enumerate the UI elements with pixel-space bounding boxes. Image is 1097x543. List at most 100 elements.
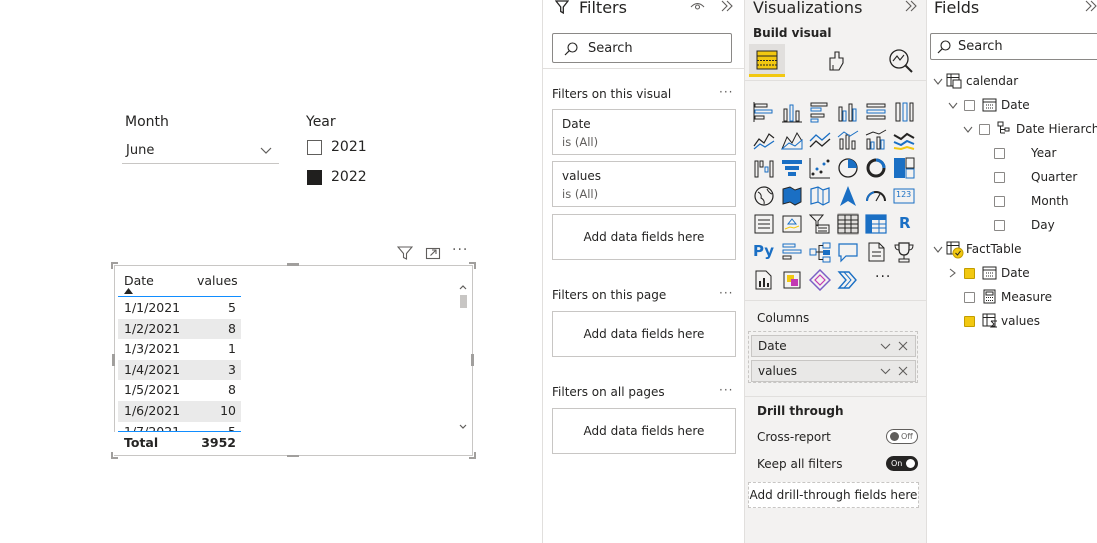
- table-scrollbar[interactable]: [458, 282, 468, 432]
- pie-chart-icon[interactable]: [837, 157, 859, 179]
- field-day[interactable]: Day: [1031, 218, 1055, 232]
- goals-trophy-icon[interactable]: [893, 241, 915, 263]
- ribbon-chart-icon[interactable]: [893, 129, 915, 151]
- r-script-visual-icon[interactable]: R: [893, 213, 915, 235]
- chevron-down-icon[interactable]: [948, 101, 958, 111]
- resize-handle-left[interactable]: [112, 354, 115, 366]
- scroll-thumb[interactable]: [460, 295, 467, 308]
- 100-bar-chart-icon[interactable]: [865, 101, 887, 123]
- column-well-values[interactable]: values: [751, 360, 916, 382]
- chevron-down-icon[interactable]: [880, 368, 891, 375]
- chevron-down-icon[interactable]: [933, 77, 943, 87]
- funnel-chart-icon[interactable]: [781, 157, 803, 179]
- field-calendar-date[interactable]: Date: [1001, 98, 1030, 112]
- eye-icon[interactable]: [690, 1, 705, 11]
- azure-map-icon[interactable]: [837, 185, 859, 207]
- shape-map-icon[interactable]: [809, 185, 831, 207]
- column-well-date[interactable]: Date: [751, 335, 916, 357]
- filters-search-input[interactable]: Search: [552, 33, 732, 63]
- line-chart-icon[interactable]: [753, 129, 775, 151]
- power-automate-flow-icon[interactable]: [837, 269, 859, 291]
- field-month[interactable]: Month: [1031, 194, 1069, 208]
- drill-through-dropzone[interactable]: Add drill-through fields here: [748, 482, 919, 508]
- matrix-icon[interactable]: [865, 213, 887, 235]
- year-checkbox-2021[interactable]: [307, 140, 322, 155]
- clustered-column-chart-icon[interactable]: [837, 101, 859, 123]
- checkbox-month[interactable]: [994, 196, 1005, 207]
- line-clustered-column-icon[interactable]: [865, 129, 887, 151]
- checkbox-calendar-date[interactable]: [964, 100, 975, 111]
- checkbox-measure[interactable]: [964, 292, 975, 303]
- format-paintbrush-icon[interactable]: [824, 48, 848, 72]
- chevron-down-icon[interactable]: [963, 125, 973, 135]
- field-values[interactable]: values: [1001, 314, 1040, 328]
- chevron-down-icon[interactable]: [880, 343, 891, 350]
- filter-card-values[interactable]: values is (All): [552, 161, 736, 207]
- resize-handle-right[interactable]: [471, 354, 474, 366]
- cross-report-toggle[interactable]: Off: [886, 429, 918, 444]
- chevron-down-icon[interactable]: [933, 245, 943, 255]
- chevron-right-icon[interactable]: [948, 268, 958, 278]
- card-icon[interactable]: 123: [893, 185, 915, 207]
- power-apps-icon[interactable]: [781, 269, 803, 291]
- field-date-hierarchy[interactable]: Date Hierarchy: [1016, 122, 1097, 136]
- build-visual-tab[interactable]: [749, 44, 785, 77]
- map-icon[interactable]: [753, 185, 775, 207]
- remove-field-icon[interactable]: [898, 341, 908, 351]
- key-influencers-icon[interactable]: [781, 241, 803, 263]
- remove-field-icon[interactable]: [898, 366, 908, 376]
- column-header-date[interactable]: Date: [124, 273, 154, 288]
- gauge-icon[interactable]: [865, 185, 887, 207]
- field-table-facttable[interactable]: FactTable: [966, 242, 1022, 256]
- collapse-pane-icon[interactable]: [721, 0, 733, 12]
- checkbox-date-hierarchy[interactable]: [979, 124, 990, 135]
- resize-corner-tl[interactable]: [111, 262, 118, 269]
- filters-visual-more-icon[interactable]: ···: [719, 85, 733, 99]
- more-visuals-icon[interactable]: ···: [875, 269, 891, 285]
- month-dropdown[interactable]: June: [122, 138, 279, 164]
- field-quarter[interactable]: Quarter: [1031, 170, 1077, 184]
- field-measure[interactable]: Measure: [1001, 290, 1052, 304]
- resize-corner-br[interactable]: [469, 452, 476, 459]
- analytics-magnifier-icon[interactable]: [888, 48, 914, 74]
- filled-map-icon[interactable]: [781, 185, 803, 207]
- 100-column-chart-icon[interactable]: [893, 101, 915, 123]
- focus-mode-icon[interactable]: [425, 245, 441, 261]
- slicer-icon[interactable]: [809, 213, 831, 235]
- year-option-2021[interactable]: 2021: [306, 138, 386, 158]
- filter-card-date[interactable]: Date is (All): [552, 109, 736, 155]
- field-year[interactable]: Year: [1031, 146, 1056, 160]
- filters-page-more-icon[interactable]: ···: [719, 286, 733, 300]
- keep-filters-toggle[interactable]: On: [886, 456, 918, 471]
- field-fact-date[interactable]: Date: [1001, 266, 1030, 280]
- line-column-chart-icon[interactable]: [837, 129, 859, 151]
- stacked-area-chart-icon[interactable]: [809, 129, 831, 151]
- table-row[interactable]: 1/1/2021 5: [118, 298, 241, 319]
- checkbox-fact-date[interactable]: [964, 268, 975, 279]
- visual-add-fields-dropzone[interactable]: Add data fields here: [552, 214, 736, 260]
- scroll-down-icon[interactable]: [459, 424, 467, 430]
- waterfall-chart-icon[interactable]: [753, 157, 775, 179]
- table-row[interactable]: 1/3/2021 1: [118, 339, 241, 360]
- checkbox-day[interactable]: [994, 220, 1005, 231]
- collapse-pane-icon[interactable]: [1085, 0, 1097, 12]
- checkbox-values[interactable]: [964, 316, 975, 327]
- table-row[interactable]: 1/5/2021 8: [118, 380, 241, 401]
- filter-icon[interactable]: [397, 245, 413, 261]
- power-automate-icon[interactable]: [809, 269, 831, 291]
- table-visual-icon[interactable]: [837, 213, 859, 235]
- checkbox-year[interactable]: [994, 148, 1005, 159]
- treemap-icon[interactable]: [893, 157, 915, 179]
- scatter-chart-icon[interactable]: [809, 157, 831, 179]
- qna-icon[interactable]: [837, 241, 859, 263]
- clustered-bar-chart-icon[interactable]: [809, 101, 831, 123]
- python-visual-icon[interactable]: Py: [753, 241, 775, 263]
- year-option-2022[interactable]: 2022: [306, 168, 386, 188]
- column-header-values[interactable]: values: [197, 273, 238, 288]
- table-row[interactable]: 1/4/2021 3: [118, 359, 241, 381]
- multi-row-card-icon[interactable]: [753, 213, 775, 235]
- report-canvas[interactable]: Month June Year 2021 2022 ··· Date value…: [0, 0, 542, 543]
- resize-handle-top[interactable]: [287, 263, 299, 266]
- smart-narrative-icon[interactable]: [865, 241, 887, 263]
- checkbox-quarter[interactable]: [994, 172, 1005, 183]
